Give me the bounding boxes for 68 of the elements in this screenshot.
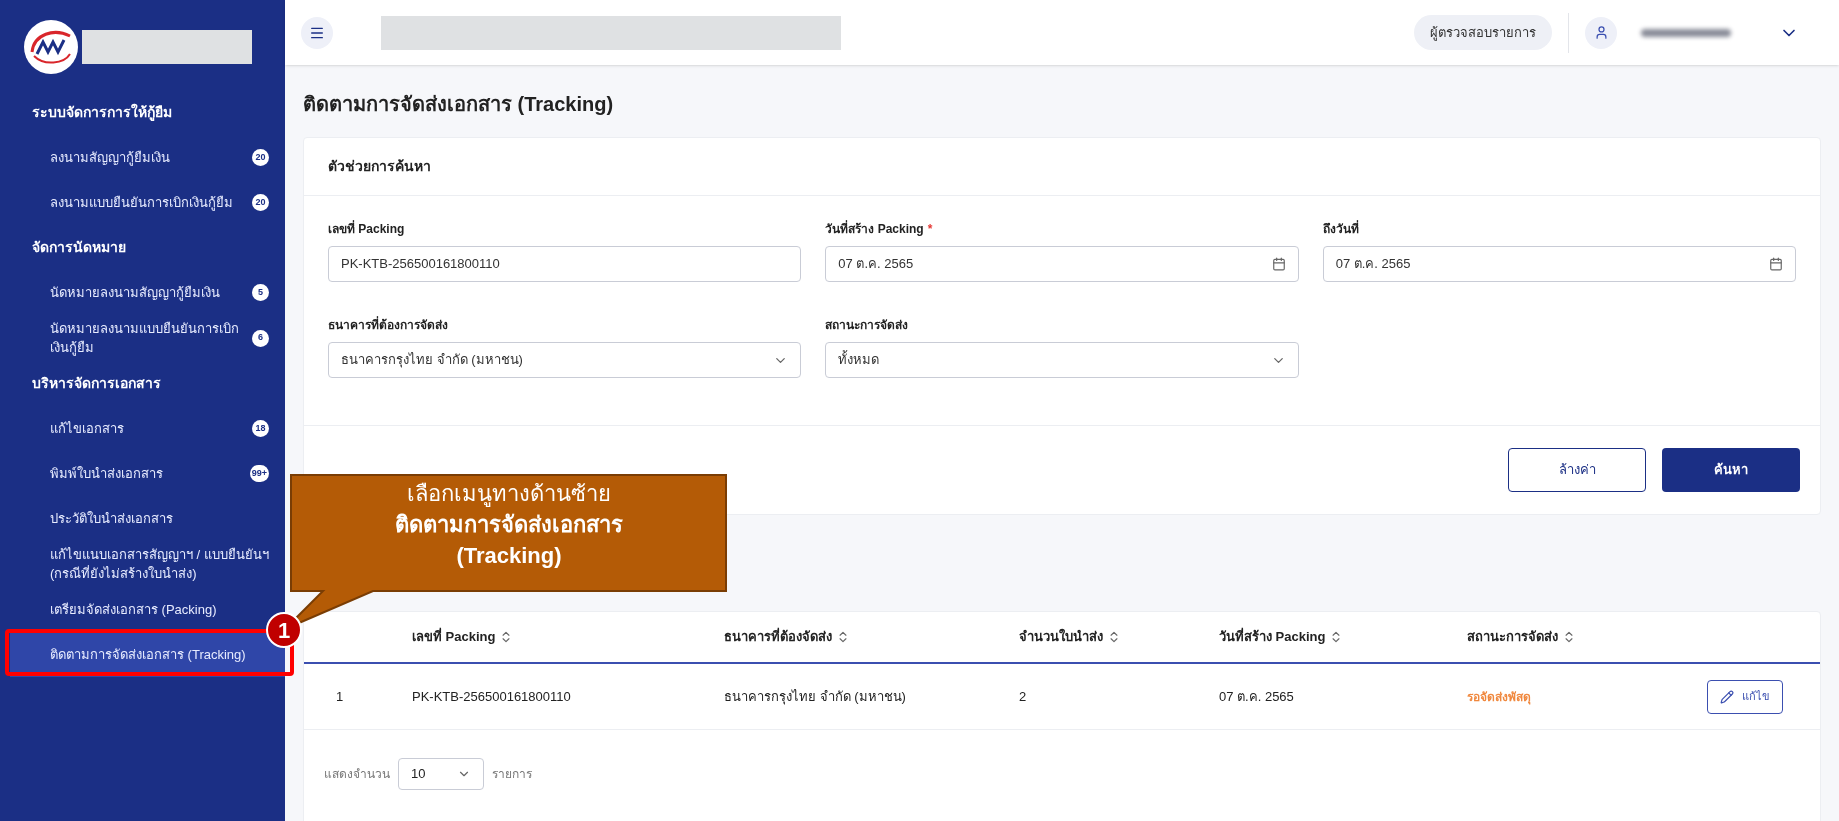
page-title: ติดตามการจัดส่งเอกสาร (Tracking)	[303, 92, 615, 117]
calendar-icon	[1769, 257, 1783, 271]
count-badge: 6	[252, 329, 269, 347]
menu-button[interactable]	[301, 16, 333, 49]
field-label: สถานะการจัดส่ง	[825, 317, 909, 334]
count-badge: 20	[252, 149, 269, 166]
pagination-label: แสดงจำนวน	[324, 766, 390, 783]
sidebar-item[interactable]: แก้ไขเอกสาร 18	[10, 406, 285, 451]
count-badge: 18	[252, 420, 269, 437]
pagination-label: รายการ	[492, 766, 532, 783]
sidebar-item-label: ติดตามการจัดส่งเอกสาร (Tracking)	[50, 646, 246, 664]
sidebar-item[interactable]: ลงนามสัญญากู้ยืมเงิน 20	[10, 135, 285, 180]
field-label: ธนาคารที่ต้องการจัดส่ง	[328, 316, 448, 334]
required-asterisk: *	[927, 221, 933, 238]
column-header: วันที่สร้าง Packing	[1219, 627, 1326, 647]
calendar-icon	[1271, 257, 1286, 271]
column-header: ธนาคารที่ต้องจัดส่ง	[724, 627, 832, 647]
clear-button[interactable]: ล้างค่า	[1508, 448, 1646, 492]
sidebar-item[interactable]: ประวัติใบนำส่งเอกสาร	[10, 496, 285, 541]
sidebar-item[interactable]: พิมพ์ใบนำส่งเอกสาร 99+	[10, 451, 285, 496]
sidebar-item-label: พิมพ์ใบนำส่งเอกสาร	[50, 465, 163, 483]
table-cell-text: 2	[1019, 687, 1028, 706]
user-icon	[1593, 25, 1609, 40]
table-cell-text: 07 ต.ค. 2565	[1219, 687, 1295, 706]
sidebar-section-title: ระบบจัดการการให้กู้ยืม	[31, 102, 173, 123]
field-label: เลขที่ Packing	[328, 220, 405, 238]
sidebar-item[interactable]: นัดหมายลงนามสัญญากู้ยืมเงิน 5	[10, 270, 285, 315]
edit-button[interactable]: แก้ไข	[1707, 679, 1783, 714]
table-cell-text: 1	[335, 687, 345, 706]
table-cell-text: ธนาคารกรุงไทย จำกัด (มหาชน)	[724, 687, 907, 707]
role-badge: ผู้ตรวจสอบรายการ	[1414, 14, 1552, 51]
sidebar-item-label: ประวัติใบนำส่งเอกสาร	[50, 510, 173, 528]
status-text: รอจัดส่งพัสดุ	[1467, 688, 1532, 706]
field-label: ถึงวันที่	[1322, 220, 1359, 238]
callout-text: ติดตามการจัดส่งเอกสาร	[395, 511, 623, 539]
sidebar-item-label: นัดหมายลงนามแบบยืนยันการเบิกเงินกู้ยืม	[50, 320, 240, 357]
sidebar-item-label: แก้ไขแนบเอกสารสัญญาฯ / แบบยืนยันฯ (กรณีที่ยังไม่สร้างใบนำส่ง)	[50, 546, 269, 583]
column-header: สถานะการจัดส่ง	[1467, 628, 1558, 647]
sidebar-section-title: จัดการนัดหมาย	[31, 238, 127, 257]
sidebar-item-label: นัดหมายลงนามสัญญากู้ยืมเงิน	[50, 284, 220, 302]
count-badge: 5	[252, 284, 269, 301]
search-button[interactable]: ค้นหา	[1662, 448, 1800, 492]
input-field[interactable]: PK-KTB-256500161800110	[328, 246, 802, 282]
sidebar-item-label: ลงนามสัญญากู้ยืมเงิน	[50, 149, 170, 167]
pencil-icon	[1720, 689, 1734, 704]
table-cell-text: PK-KTB-256500161800110	[412, 687, 572, 706]
sidebar-item-label: เตรียมจัดส่งเอกสาร (Packing)	[50, 601, 217, 619]
sidebar-item-label: แก้ไขเอกสาร	[50, 420, 124, 438]
callout-text: (Tracking)	[456, 542, 562, 570]
sidebar-item[interactable]: นัดหมายลงนามแบบยืนยันการเบิกเงินกู้ยืม 6	[10, 315, 285, 361]
select-field[interactable]: ธนาคารกรุงไทย จำกัด (มหาชน)	[328, 342, 802, 378]
page-size-select[interactable]: 10	[398, 758, 484, 790]
sidebar-item-label: ลงนามแบบยืนยันการเบิกเงินกู้ยืม	[50, 194, 233, 212]
card-title: ตัวช่วยการค้นหา	[304, 138, 1820, 196]
select-field[interactable]: ทั้งหมด	[825, 342, 1299, 378]
count-badge: 99+	[249, 465, 269, 482]
user-avatar[interactable]	[1585, 16, 1617, 49]
sidebar-item[interactable]: แก้ไขแนบเอกสารสัญญาฯ / แบบยืนยันฯ (กรณีที่ยังไม่สร้างใบนำส่ง)	[10, 541, 285, 587]
date-field[interactable]: 07 ต.ค. 2565	[825, 246, 1299, 282]
sidebar-section-title: บริหารจัดการเอกสาร	[31, 374, 162, 393]
date-field[interactable]: 07 ต.ค. 2565	[1322, 246, 1796, 282]
column-header: เลขที่ Packing	[412, 627, 496, 647]
column-header: จำนวนใบนำส่ง	[1019, 627, 1103, 647]
field-label: วันที่สร้าง Packing	[825, 220, 924, 238]
count-badge: 20	[252, 194, 269, 211]
callout-text: เลือกเมนูทางด้านซ้าย	[407, 480, 611, 509]
logo-icon	[24, 20, 78, 74]
sidebar-item[interactable]: ลงนามแบบยืนยันการเบิกเงินกู้ยืม 20	[10, 180, 285, 225]
